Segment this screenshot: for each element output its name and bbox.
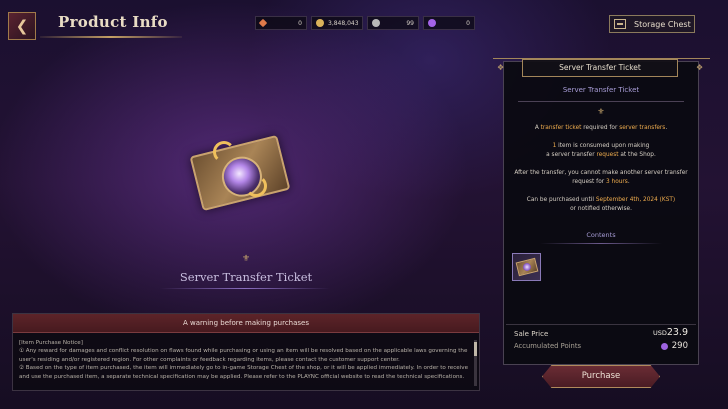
arrow-currency-icon: [258, 18, 268, 28]
contents-divider: [540, 243, 662, 244]
currency-value: 0: [298, 19, 302, 27]
currency-arrow: 0: [255, 16, 307, 30]
warning-text: [Item Purchase Notice] ① Any reward for …: [13, 333, 479, 381]
page-title: Product Info: [58, 13, 168, 31]
transfer-arrow-icon: [245, 175, 267, 197]
currency-value: 99: [406, 19, 414, 27]
item-name-underline: [160, 288, 330, 289]
corner-ornament-icon: ❖: [696, 63, 704, 72]
product-info-screen: ❮ Product Info 0 3,848,043 99 0 Storage …: [0, 0, 728, 409]
title-underline: [40, 36, 182, 38]
warning-title: A warning before making purchases: [13, 314, 479, 333]
desc-highlight: 3 hours: [606, 179, 628, 185]
item-description: A transfer ticket required for server tr…: [510, 124, 692, 214]
warning-line: and use the purchased item, a separate t…: [19, 373, 465, 380]
corner-ornament-icon: ❖: [497, 63, 505, 72]
warning-line: ① Any reward for damages and conflict re…: [19, 348, 468, 355]
points-value: 290: [671, 341, 688, 351]
gold-coin-icon: [316, 19, 324, 27]
storage-chest-button[interactable]: Storage Chest: [609, 15, 695, 33]
currency-value: 0: [466, 19, 470, 27]
desc-highlight: transfer ticket: [540, 125, 582, 131]
transfer-ticket-icon: [189, 134, 291, 212]
desc-line: or notified otherwise.: [570, 206, 632, 212]
contents-label: Contents: [586, 231, 616, 239]
item-image: [185, 134, 295, 215]
sale-price-label: Sale Price: [514, 330, 549, 338]
currency-gold: 3,848,043: [311, 16, 363, 30]
desc-line: 1 item is consumed upon making: [510, 142, 692, 151]
warning-scrollbar[interactable]: [474, 340, 477, 386]
desc-text: item is consumed upon making: [556, 143, 650, 149]
points: 290: [660, 341, 688, 351]
fleur-ornament-icon: ⚜: [241, 254, 251, 264]
sale-price: USD23.9: [653, 327, 688, 338]
desc-text: at the Shop.: [618, 152, 656, 158]
purple-gem-icon: [660, 342, 668, 350]
storage-chest-icon: [614, 19, 626, 29]
item-name: Server Transfer Ticket: [179, 270, 313, 284]
desc-text: .: [665, 125, 668, 131]
storage-chest-label: Storage Chest: [634, 19, 691, 29]
sale-price-currency: USD: [652, 329, 667, 337]
purchase-warning-panel: A warning before making purchases [Item …: [12, 313, 480, 391]
divider: [518, 101, 684, 102]
points-label: Accumulated Points: [514, 342, 582, 350]
desc-line: After the transfer, you cannot make anot…: [514, 170, 688, 176]
desc-text: a server transfer: [546, 152, 597, 158]
purple-gem-icon: [428, 19, 436, 27]
desc-line: Can be purchased until September 4th, 20…: [510, 196, 692, 205]
desc-text: request for: [572, 179, 606, 185]
desc-text: required for: [581, 125, 620, 131]
warning-line: ② Based on the type of item purchased, t…: [19, 365, 469, 372]
back-button[interactable]: ❮: [8, 12, 36, 40]
desc-highlight: September 4th, 2024 (KST): [595, 197, 676, 203]
divider: [506, 324, 696, 325]
transfer-arrow-icon: [213, 141, 235, 163]
currency-bar: 0 3,848,043 99 0: [255, 16, 479, 30]
content-item-slot[interactable]: [512, 253, 541, 281]
purchase-button[interactable]: Purchase: [542, 365, 660, 388]
detail-subtitle: Server Transfer Ticket: [562, 86, 640, 94]
warning-line: user's residing and/or registered region…: [19, 356, 400, 363]
warning-line: [Item Purchase Notice]: [19, 340, 83, 346]
desc-highlight: request: [596, 152, 619, 158]
desc-line: request for 3 hours.: [510, 178, 692, 187]
currency-silver: 99: [367, 16, 419, 30]
sale-price-value: 23.9: [666, 327, 688, 338]
desc-text: .: [627, 179, 630, 185]
desc-highlight: server transfers: [619, 125, 666, 131]
currency-gem: 0: [423, 16, 475, 30]
detail-title: Server Transfer Ticket: [522, 59, 678, 77]
fleur-ornament-icon: ⚜: [597, 107, 605, 116]
desc-line: A transfer ticket required for server tr…: [510, 124, 692, 133]
transfer-ticket-icon: [515, 257, 539, 277]
silver-coin-icon: [372, 19, 380, 27]
back-arrow-icon: ❮: [15, 17, 29, 35]
desc-text: Can be purchased until: [526, 197, 596, 203]
desc-line: a server transfer request at the Shop.: [510, 151, 692, 160]
currency-value: 3,848,043: [328, 19, 359, 27]
